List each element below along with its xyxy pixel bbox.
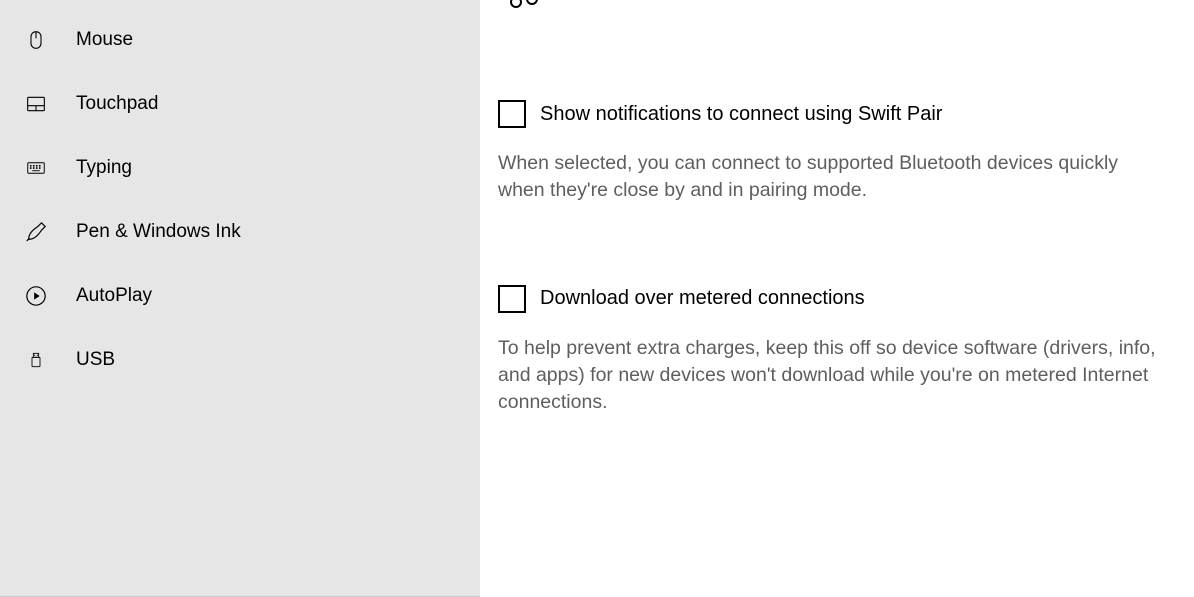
- keyboard-icon: [24, 156, 48, 180]
- option-description: When selected, you can connect to suppor…: [498, 150, 1168, 205]
- sidebar-item-autoplay[interactable]: AutoPlay: [0, 264, 480, 328]
- sidebar-item-label: Typing: [76, 157, 132, 179]
- settings-sidebar: Mouse Touchpad Typing: [0, 0, 480, 597]
- sidebar-item-label: AutoPlay: [76, 285, 152, 307]
- pen-icon: [24, 220, 48, 244]
- checkbox-metered[interactable]: [498, 285, 526, 313]
- usb-icon: [24, 348, 48, 372]
- option-metered-download: Download over metered connections To hel…: [498, 285, 1168, 417]
- sidebar-item-label: Mouse: [76, 29, 133, 51]
- sidebar-item-touchpad[interactable]: Touchpad: [0, 72, 480, 136]
- sidebar-item-label: USB: [76, 349, 115, 371]
- cropped-icon-fragment: [508, 0, 548, 16]
- sidebar-item-usb[interactable]: USB: [0, 328, 480, 392]
- sidebar-item-label: Touchpad: [76, 93, 158, 115]
- option-description: To help prevent extra charges, keep this…: [498, 335, 1168, 417]
- checkbox-swift-pair[interactable]: [498, 100, 526, 128]
- checkbox-label: Download over metered connections: [540, 287, 865, 310]
- sidebar-item-typing[interactable]: Typing: [0, 136, 480, 200]
- sidebar-item-label: Pen & Windows Ink: [76, 221, 241, 243]
- checkbox-label: Show notifications to connect using Swif…: [540, 103, 942, 126]
- option-swift-pair: Show notifications to connect using Swif…: [498, 100, 1168, 205]
- sidebar-item-mouse[interactable]: Mouse: [0, 8, 480, 72]
- checkbox-row-metered[interactable]: Download over metered connections: [498, 285, 1168, 313]
- touchpad-icon: [24, 92, 48, 116]
- checkbox-row-swift-pair[interactable]: Show notifications to connect using Swif…: [498, 100, 1168, 128]
- autoplay-icon: [24, 284, 48, 308]
- sidebar-item-pen[interactable]: Pen & Windows Ink: [0, 200, 480, 264]
- settings-content: Show notifications to connect using Swif…: [480, 0, 1194, 597]
- mouse-icon: [24, 28, 48, 52]
